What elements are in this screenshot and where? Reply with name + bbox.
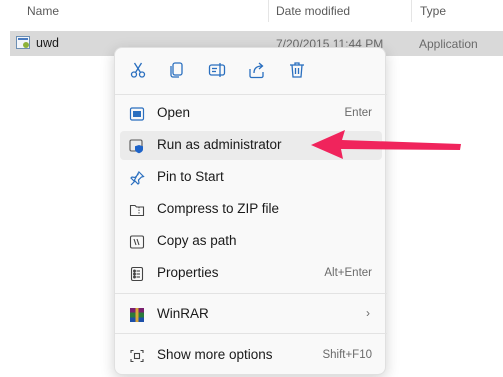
menu-divider [115, 293, 387, 294]
application-file-icon [16, 36, 30, 49]
menu-item-properties[interactable]: Properties Alt+Enter [120, 259, 382, 288]
menu-item-label: WinRAR [157, 306, 209, 321]
menu-item-label: Copy as path [157, 233, 237, 248]
more-options-icon [128, 347, 146, 365]
column-type[interactable]: Type [420, 4, 446, 18]
menu-item-label: Run as administrator [157, 137, 282, 152]
copy-icon[interactable] [167, 60, 187, 80]
zip-folder-icon [128, 201, 146, 219]
share-icon[interactable] [247, 60, 267, 80]
winrar-icon [128, 306, 146, 324]
menu-item-label: Open [157, 105, 191, 120]
menu-item-pin-to-start[interactable]: Pin to Start [120, 163, 382, 192]
menu-item-label: Show more options [157, 347, 273, 362]
menu-item-compress-to-zip[interactable]: Compress to ZIP file [120, 195, 382, 224]
menu-item-shortcut: Enter [344, 107, 373, 119]
chevron-right-icon: › [366, 306, 370, 320]
column-date-modified[interactable]: Date modified [276, 4, 350, 18]
rename-icon[interactable] [207, 60, 227, 80]
quick-actions-bar [115, 48, 387, 92]
column-divider[interactable] [268, 0, 269, 22]
app-window-icon [128, 105, 146, 123]
column-header-bar: ^ Name Date modified Type [0, 0, 503, 24]
pin-icon [128, 169, 146, 187]
properties-icon [128, 265, 146, 283]
copy-path-icon [128, 233, 146, 251]
context-menu: Open Enter Run as administrator Pin to S… [114, 47, 387, 375]
delete-icon[interactable] [287, 60, 307, 80]
menu-item-shortcut: Alt+Enter [324, 267, 372, 279]
file-name: uwd [36, 36, 59, 50]
shield-icon [128, 137, 146, 155]
menu-item-run-as-administrator[interactable]: Run as administrator [120, 131, 382, 160]
menu-item-open[interactable]: Open Enter [120, 99, 382, 128]
column-name[interactable]: Name [27, 4, 59, 18]
column-divider[interactable] [411, 0, 412, 22]
file-type: Application [419, 37, 478, 51]
menu-item-winrar[interactable]: WinRAR › [120, 300, 382, 329]
menu-item-label: Compress to ZIP file [157, 201, 280, 216]
menu-divider [115, 333, 387, 334]
menu-item-copy-as-path[interactable]: Copy as path [120, 227, 382, 256]
menu-item-shortcut: Shift+F10 [322, 349, 372, 361]
menu-item-show-more-options[interactable]: Show more options Shift+F10 [120, 341, 382, 370]
menu-item-label: Pin to Start [157, 169, 224, 184]
cut-icon[interactable] [128, 60, 148, 80]
sort-caret-icon: ^ [140, 0, 145, 5]
menu-item-label: Properties [157, 265, 219, 280]
menu-divider [115, 94, 387, 95]
